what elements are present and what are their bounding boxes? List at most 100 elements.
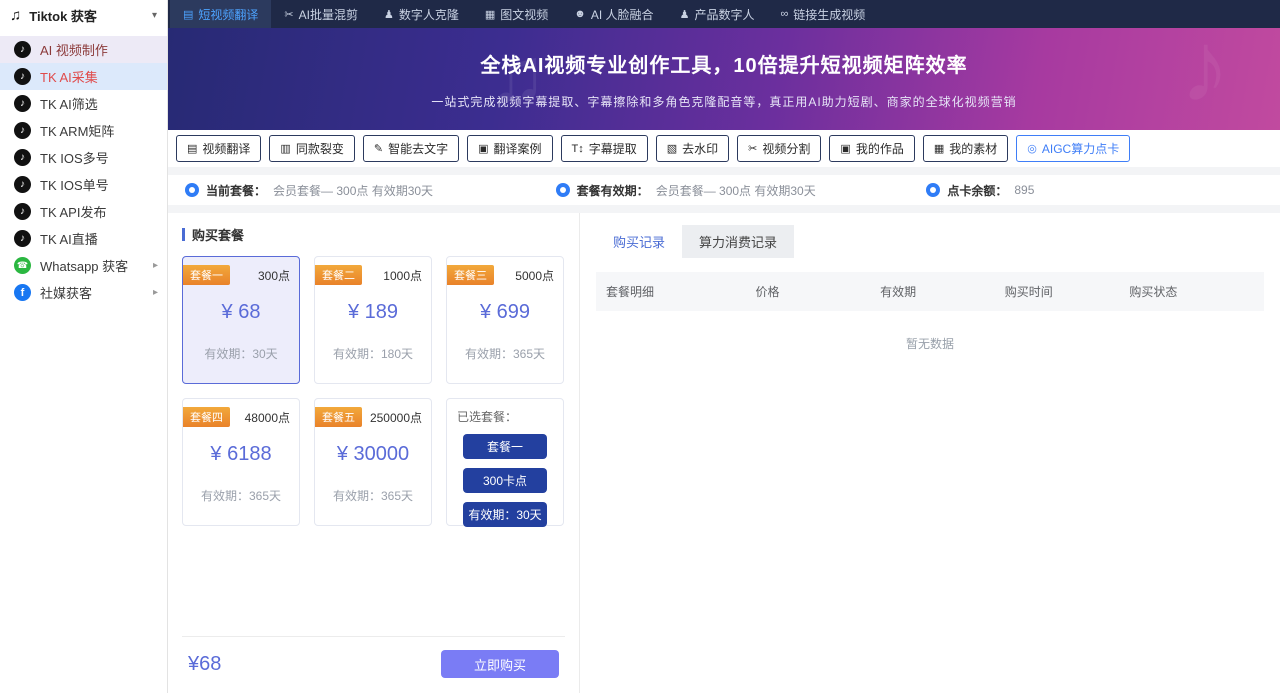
package-card-2[interactable]: 套餐二 1000点 ¥ 189 有效期：180天 [314,256,432,384]
tab-label: 短视频翻译 [198,6,258,23]
summary-tags: 套餐一 300卡点 有效期：30天 [457,434,553,527]
smart-text-remove-button[interactable]: ✎ 智能去文字 [363,135,459,162]
column-header-price: 价格 [756,283,881,300]
packages-grid: 套餐一 300点 ¥ 68 有效期：30天 套餐二 1000点 ¥ 189 有效… [182,256,565,526]
button-label: 智能去文字 [388,140,448,157]
brand-label: Tiktok 获客 [29,6,144,25]
total-price: ¥68 [188,653,221,676]
sidebar-item-label: TK API发布 [40,202,106,221]
package-validity: 有效期：365天 [183,487,299,504]
hero-title: 全栈AI视频专业创作工具，10倍提升短视频矩阵效率 [480,49,967,78]
case-icon: ▣ [478,142,488,155]
clock-icon [556,183,570,197]
sidebar-item-label: TK ARM矩阵 [40,121,114,140]
column-header-purchase-time: 购买时间 [1005,283,1130,300]
button-label: 我的作品 [856,140,904,157]
status-current-plan: 当前套餐： 会员套餐— 300点 有效期30天 [168,182,539,199]
package-price: ¥ 68 [183,301,299,324]
my-works-button[interactable]: ▣ 我的作品 [829,135,914,162]
brand-selector[interactable]: ♫ Tiktok 获客 ▾ [0,0,167,30]
tiktok-icon: ♪ [14,68,31,85]
tab-label: AI 人脸融合 [591,6,654,23]
sidebar-item-tk-ios-single[interactable]: ♪ TK IOS单号 [0,171,167,198]
sidebar-item-tk-ai-collect[interactable]: ♪ TK AI采集 [0,63,167,90]
selected-plan-tag[interactable]: 套餐一 [463,434,547,459]
sidebar-item-tk-arm-matrix[interactable]: ♪ TK ARM矩阵 [0,117,167,144]
sidebar-item-tk-api-publish[interactable]: ♪ TK API发布 [0,198,167,225]
records-panel: 购买记录 算力消费记录 套餐明细 价格 有效期 购买时间 购买状态 暂无数据 [580,213,1280,693]
status-label: 当前套餐： [206,182,266,199]
purchase-footer: ¥68 立即购买 [182,636,565,693]
button-label: 翻译案例 [493,140,541,157]
sidebar-item-whatsapp[interactable]: ☎ Whatsapp 获客 ▸ [0,252,167,279]
section-title: 购买套餐 [182,225,565,244]
tab-link-to-video[interactable]: ∞ 链接生成视频 [767,0,878,28]
whatsapp-icon: ☎ [14,257,31,274]
status-value: 895 [1014,183,1034,197]
sidebar-item-social-media[interactable]: f 社媒获客 ▸ [0,279,167,306]
packages-panel: 购买套餐 套餐一 300点 ¥ 68 有效期：30天 套餐二 1000点 ¥ 1… [168,213,580,693]
selected-package-summary: 已选套餐： 套餐一 300卡点 有效期：30天 [446,398,564,526]
tiktok-watermark-icon: ♪ [1180,28,1230,125]
sidebar-item-label: TK IOS多号 [40,148,109,167]
top-navigation: ▤ 短视频翻译 ✂ AI批量混剪 ♟ 数字人克隆 ▦ 图文视频 ☻ AI 人脸融… [168,0,1280,28]
button-label: 同款裂变 [296,140,344,157]
sidebar-item-tk-ai-live[interactable]: ♪ TK AI直播 [0,225,167,252]
app-window: ♫ Tiktok 获客 ▾ ♪ AI 视频制作 ♪ TK AI采集 ♪ TK A… [0,0,1280,693]
sidebar-item-tk-ios-multi[interactable]: ♪ TK IOS多号 [0,144,167,171]
aigc-points-card-button[interactable]: ◎ AIGC算力点卡 [1016,135,1130,162]
watermark-icon: ▧ [667,142,677,155]
package-badge: 套餐四 [183,407,230,427]
button-label: 我的素材 [949,140,997,157]
button-label: 字幕提取 [589,140,637,157]
chevron-right-icon: ▸ [153,260,158,271]
records-tabs: 购买记录 算力消费记录 [596,225,794,258]
tiktok-icon: ♪ [14,176,31,193]
tiktok-icon: ♪ [14,122,31,139]
sidebar-item-ai-video-create[interactable]: ♪ AI 视频制作 [0,36,167,63]
package-card-1[interactable]: 套餐一 300点 ¥ 68 有效期：30天 [182,256,300,384]
buy-now-button[interactable]: 立即购买 [441,650,559,678]
tab-consumption-records[interactable]: 算力消费记录 [682,225,794,258]
tiktok-icon: ♪ [14,95,31,112]
tab-short-video-translate[interactable]: ▤ 短视频翻译 [170,0,271,28]
package-card-3[interactable]: 套餐三 5000点 ¥ 699 有效期：365天 [446,256,564,384]
button-label: AIGC算力点卡 [1042,140,1119,157]
translate-cases-button[interactable]: ▣ 翻译案例 [467,135,552,162]
records-table-header: 套餐明细 价格 有效期 购买时间 购买状态 [596,272,1264,311]
works-icon: ▣ [840,142,850,155]
package-validity: 有效期：365天 [447,345,563,362]
tab-digital-human-clone[interactable]: ♟ 数字人克隆 [371,0,472,28]
selected-validity-tag[interactable]: 有效期：30天 [463,502,547,527]
sidebar-item-tk-ai-filter[interactable]: ♪ TK AI筛选 [0,90,167,117]
package-card-5[interactable]: 套餐五 250000点 ¥ 30000 有效期：365天 [314,398,432,526]
subtitle-extract-button[interactable]: T↕ 字幕提取 [561,135,648,162]
video-icon: ▤ [187,142,197,155]
same-style-clone-button[interactable]: ▥ 同款裂变 [269,135,354,162]
package-badge: 套餐二 [315,265,362,285]
feature-toolbar: ▤ 视频翻译 ▥ 同款裂变 ✎ 智能去文字 ▣ 翻译案例 T↕ 字幕提取 ▧ 去… [168,130,1280,167]
tab-product-digital-human[interactable]: ♟ 产品数字人 [667,0,768,28]
my-materials-button[interactable]: ▦ 我的素材 [923,135,1008,162]
package-price: ¥ 30000 [315,443,431,466]
link-icon: ∞ [780,8,788,20]
selected-points-tag[interactable]: 300卡点 [463,468,547,493]
translate-icon: ▤ [183,8,193,21]
package-points: 48000点 [245,409,290,426]
card-icon [926,183,940,197]
tab-ai-batch-mix[interactable]: ✂ AI批量混剪 [271,0,371,28]
remove-watermark-button[interactable]: ▧ 去水印 [656,135,729,162]
sidebar-item-label: Whatsapp 获客 [40,256,128,275]
sidebar-menu: ♪ AI 视频制作 ♪ TK AI采集 ♪ TK AI筛选 ♪ TK ARM矩阵… [0,30,167,306]
tab-ai-face-fusion[interactable]: ☻ AI 人脸融合 [561,0,666,28]
video-translate-button[interactable]: ▤ 视频翻译 [176,135,261,162]
video-split-button[interactable]: ✂ 视频分割 [737,135,821,162]
tab-label: 链接生成视频 [793,6,865,23]
packages-title: 购买套餐 [192,225,244,244]
sidebar: ♫ Tiktok 获客 ▾ ♪ AI 视频制作 ♪ TK AI采集 ♪ TK A… [0,0,168,693]
tab-image-text-video[interactable]: ▦ 图文视频 [472,0,561,28]
hero-banner: ♫ ♪ 全栈AI视频专业创作工具，10倍提升短视频矩阵效率 一站式完成视频字幕提… [168,28,1280,130]
tab-purchase-records[interactable]: 购买记录 [596,225,682,258]
package-card-4[interactable]: 套餐四 48000点 ¥ 6188 有效期：365天 [182,398,300,526]
tab-label: 图文视频 [500,6,548,23]
